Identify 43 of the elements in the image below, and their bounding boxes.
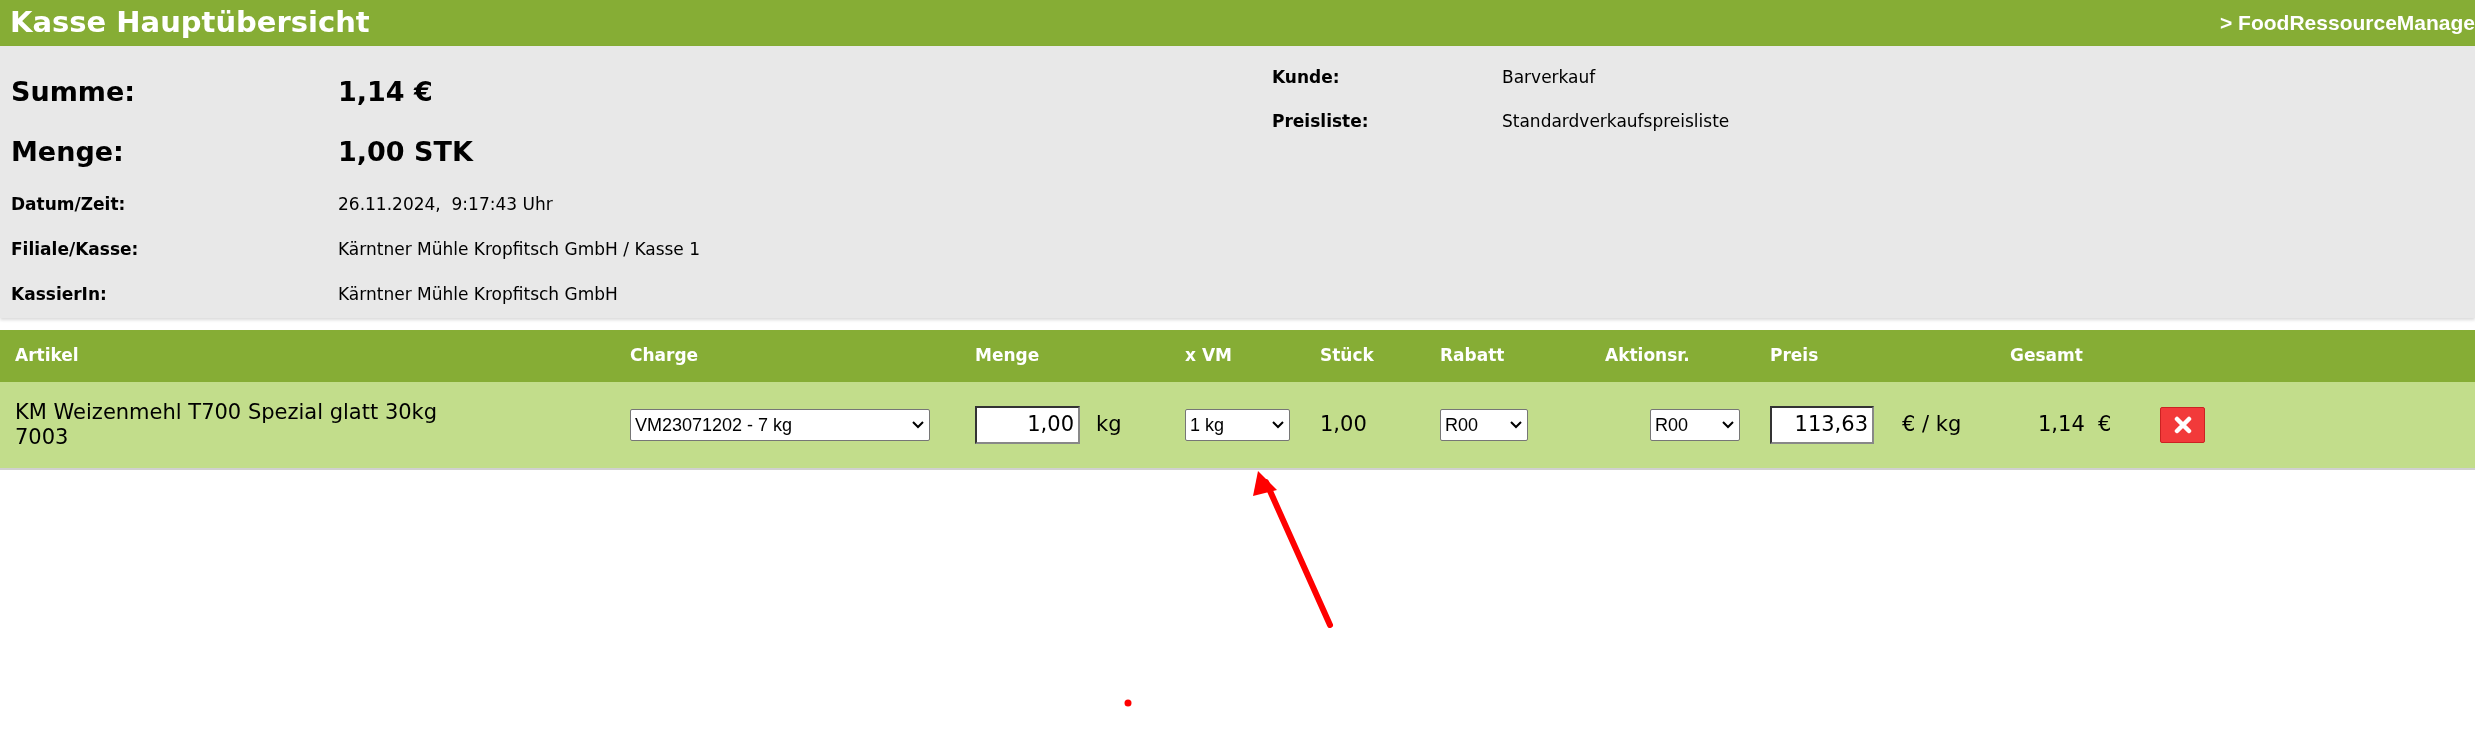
dropdown[interactable]: 1 kg [1185,409,1290,441]
column-header: Menge [975,345,1040,366]
column-header: Gesamt [2010,345,2083,366]
unit-label: kg [1096,411,1122,439]
column-header: Preis [1770,345,1819,366]
field-label: Kunde: [1272,66,1341,90]
dropdown[interactable]: R00 [1440,409,1528,441]
chevron-icon [911,420,925,430]
chevron-icon [1271,420,1285,430]
input-field[interactable]: 113,63 [1770,406,1874,444]
field-value: 1,14 € [338,74,433,109]
page-title: Kasse Hauptübersicht [10,4,370,42]
field-value: Barverkauf [1502,66,1596,90]
delete-button[interactable] [2160,407,2205,443]
field-label: Filiale/Kasse: [11,237,140,261]
dropdown[interactable]: R00 [1650,409,1740,441]
column-header: Aktionsr. [1605,345,1690,366]
column-header: Rabatt [1440,345,1505,366]
field-value: Kärntner Mühle Kropfitsch GmbH [338,282,618,306]
column-header: Charge [630,345,699,366]
article-number: 7003 [15,425,69,450]
field-label: Preisliste: [1272,110,1370,134]
field-value: 26.11.2024, 9:17:43 Uhr [338,192,553,216]
column-header: Stück [1320,345,1374,366]
field-label: Datum/Zeit: [11,192,127,216]
column-header: Artikel [15,345,79,366]
close-icon [2173,416,2192,434]
input-field[interactable]: 1,00 [975,406,1080,444]
field-label: KassierIn: [11,282,108,306]
dot-mark [1124,699,1132,707]
unit-label: € / kg [1902,411,1962,439]
chevron-icon [1509,420,1523,430]
dropdown[interactable]: VM23071202 - 7 kg [630,409,930,441]
field-value: 1,00 STK [338,134,473,169]
article-name: KM Weizenmehl T700 Spezial glatt 30kg [15,400,438,425]
field-value: Kärntner Mühle Kropfitsch GmbH / Kasse 1 [338,237,701,261]
field-value: Standardverkaufspreisliste [1502,110,1730,134]
field-label: Summe: [11,74,137,109]
column-header: x VM [1185,345,1232,366]
chevron-icon [1721,420,1735,430]
quantity-value: 1,00 [1320,411,1367,439]
field-label: Menge: [11,134,125,169]
total-value: 1,14 € [2038,411,2112,439]
